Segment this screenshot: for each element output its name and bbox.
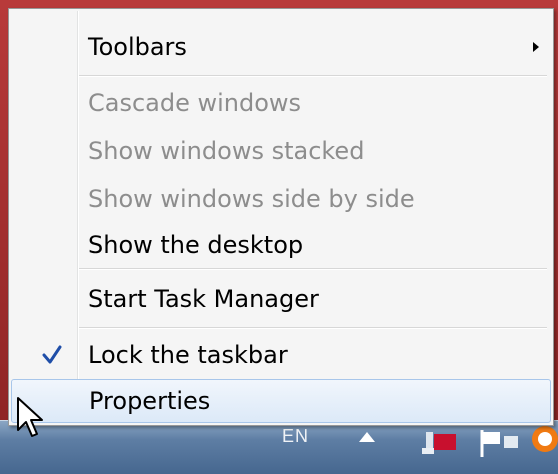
menu-item-label: Properties [89, 387, 211, 415]
menu-item-lock-the-taskbar[interactable]: Lock the taskbar [11, 333, 551, 377]
menu-item-cascade-windows: Cascade windows [11, 81, 551, 125]
menu-separator [79, 75, 547, 77]
menu-item-label: Show the desktop [88, 231, 304, 259]
checkmark-icon [42, 345, 62, 364]
submenu-arrow-icon [533, 42, 539, 52]
language-indicator[interactable]: EN [282, 426, 309, 447]
taskbar[interactable] [0, 420, 558, 474]
menu-item-label: Start Task Manager [88, 285, 319, 313]
show-hidden-icons-icon[interactable] [359, 432, 375, 442]
menu-item-start-task-manager[interactable]: Start Task Manager [11, 277, 551, 321]
taskbar-context-menu: Toolbars Cascade windows Show windows st… [8, 8, 554, 426]
menu-item-show-windows-stacked: Show windows stacked [11, 129, 551, 173]
menu-item-label: Show windows side by side [88, 185, 415, 213]
tray-app-icon[interactable] [530, 424, 558, 454]
menu-item-label: Cascade windows [88, 89, 302, 117]
menu-item-show-the-desktop[interactable]: Show the desktop [11, 223, 551, 267]
network-icon[interactable] [420, 428, 460, 456]
menu-separator [79, 327, 547, 329]
action-center-flag-icon[interactable] [476, 428, 522, 458]
menu-item-label: Show windows stacked [88, 137, 365, 165]
menu-item-show-windows-side-by-side: Show windows side by side [11, 177, 551, 221]
menu-item-label: Lock the taskbar [88, 341, 288, 369]
menu-item-properties[interactable]: Properties [11, 379, 551, 423]
mouse-pointer-icon [17, 397, 43, 437]
menu-item-toolbars[interactable]: Toolbars [11, 25, 551, 69]
menu-item-label: Toolbars [88, 33, 187, 61]
menu-separator [79, 268, 547, 270]
